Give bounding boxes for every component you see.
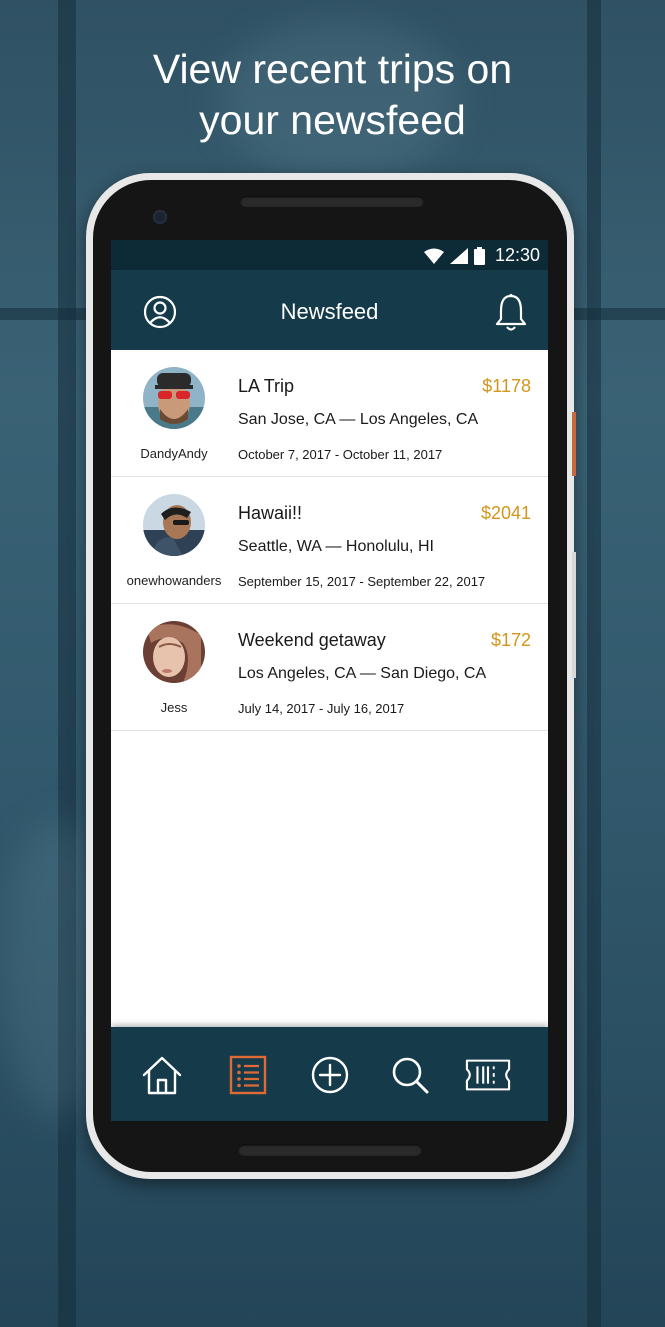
window-frame (587, 0, 601, 1327)
headline-line-1: View recent trips on (152, 46, 513, 92)
add-icon (311, 1056, 349, 1094)
profile-icon[interactable] (143, 295, 177, 329)
nav-search[interactable] (387, 1052, 433, 1098)
trip-title: Weekend getaway (238, 630, 386, 650)
trip-price: $1178 (482, 376, 531, 396)
trip-card[interactable]: Jess Weekend getaway $172 Los Angeles, C… (111, 604, 548, 731)
trip-price: $172 (490, 630, 531, 650)
phone-side-button (572, 412, 576, 476)
phone-screen: 12:30 Newsfeed DandyAndy LA Trip $1178 S… (111, 240, 548, 1121)
phone-earpiece (240, 196, 424, 207)
trip-title: Hawaii!! (238, 503, 303, 523)
status-time: 12:30 (494, 245, 540, 265)
bell-icon[interactable] (494, 293, 528, 333)
trip-title: LA Trip (238, 376, 295, 396)
trip-card[interactable]: onewhowanders Hawaii!! $2041 Seattle, WA… (111, 477, 548, 604)
nav-newsfeed[interactable] (225, 1052, 271, 1098)
phone-speaker (238, 1144, 422, 1156)
status-bar: 12:30 (111, 240, 548, 270)
bottom-nav (111, 1027, 548, 1121)
trip-dates: September 15, 2017 - September 22, 2017 (238, 574, 486, 589)
trip-card[interactable]: DandyAndy LA Trip $1178 San Jose, CA — L… (111, 350, 548, 477)
newsfeed-list-icon (229, 1055, 267, 1095)
trip-route: Los Angeles, CA — San Diego, CA (238, 665, 487, 682)
username: Jess (160, 700, 188, 715)
username: onewhowanders (126, 573, 222, 588)
headline: View recent trips on your newsfeed (0, 44, 665, 146)
avatar[interactable] (143, 494, 205, 556)
battery-icon (473, 246, 485, 265)
trip-price: $2041 (480, 503, 531, 523)
username: DandyAndy (140, 446, 208, 461)
wifi-icon (423, 248, 444, 264)
trip-route: San Jose, CA — Los Angeles, CA (238, 411, 479, 428)
avatar[interactable] (143, 621, 205, 683)
home-icon (142, 1056, 182, 1095)
phone-side-button (572, 552, 576, 678)
nav-tickets[interactable] (465, 1052, 511, 1098)
trip-dates: July 14, 2017 - July 16, 2017 (238, 701, 405, 716)
window-frame (58, 0, 76, 1327)
trip-dates: October 7, 2017 - October 11, 2017 (238, 447, 443, 462)
headline-line-2: your newsfeed (199, 97, 466, 143)
phone-camera (153, 210, 167, 224)
signal-icon (449, 247, 468, 264)
avatar[interactable] (143, 367, 205, 429)
trip-route: Seattle, WA — Honolulu, HI (238, 538, 434, 555)
nav-add[interactable] (307, 1052, 353, 1098)
nav-home[interactable] (139, 1052, 185, 1098)
ticket-icon (465, 1059, 511, 1091)
search-icon (392, 1057, 429, 1094)
newsfeed-list: DandyAndy LA Trip $1178 San Jose, CA — L… (111, 350, 548, 731)
